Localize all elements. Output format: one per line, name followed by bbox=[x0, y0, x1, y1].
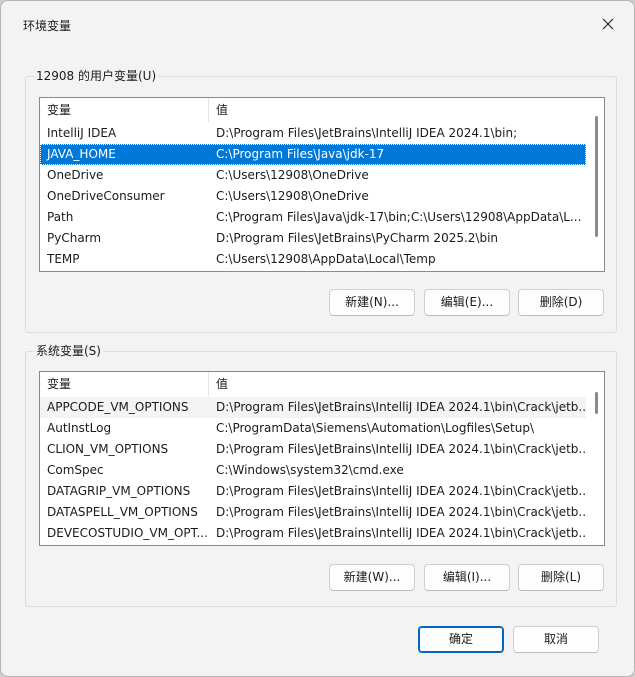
variable-name-cell: DATAGRIP_VM_OPTIONS bbox=[47, 484, 191, 498]
scroll-thumb[interactable] bbox=[595, 116, 598, 237]
table-row[interactable]: DATASPELL_VM_OPTIONS D:\Program Files\Jet… bbox=[40, 502, 586, 523]
variable-value-cell: C:\Program Files\Java\jdk-17 bbox=[216, 147, 385, 161]
table-row[interactable]: ComSpec C:\Windows\system32\cmd.exe bbox=[40, 460, 586, 481]
variable-name-cell: AutInstLog bbox=[47, 421, 112, 435]
user-variables-group: 12908 的用户变量(U) 变量 值 IntelliJ IDEA D:\Prog… bbox=[25, 68, 617, 333]
environment-variables-dialog: 环境变量 12908 的用户变量(U) 变量 值 IntelliJ IDEA D:… bbox=[0, 0, 635, 677]
table-row[interactable]: PyCharm D:\Program Files\JetBrains\PyChar… bbox=[40, 228, 586, 249]
cancel-button[interactable]: 取消 bbox=[513, 626, 599, 653]
user-list-scrollbar[interactable] bbox=[586, 98, 604, 271]
system-variables-group: 系统变量(S) 变量 值 APPCODE_VM_OPTIONS D:\Progra… bbox=[25, 343, 617, 607]
table-row[interactable]: DATAGRIP_VM_OPTIONS D:\Program Files\JetB… bbox=[40, 481, 586, 502]
variable-value-cell: D:\Program Files\JetBrains\IntelliJ IDEA… bbox=[216, 126, 518, 140]
list-header: 变量 值 bbox=[40, 372, 604, 396]
system-new-button[interactable]: 新建(W)... bbox=[329, 564, 415, 591]
table-row[interactable]: AutInstLog C:\ProgramData\Siemens\Automat… bbox=[40, 418, 586, 439]
scroll-thumb[interactable] bbox=[595, 392, 598, 414]
system-delete-button[interactable]: 删除(L) bbox=[518, 564, 604, 591]
variable-value-cell: D:\Program Files\JetBrains\IntelliJ IDEA… bbox=[216, 442, 586, 456]
variable-value-cell: C:\Users\12908\OneDrive bbox=[216, 189, 369, 203]
user-variables-label: 12908 的用户变量(U) bbox=[34, 68, 159, 84]
table-row[interactable]: Path C:\Program Files\Java\jdk-17\bin;C:\… bbox=[40, 207, 586, 228]
column-header-variable[interactable]: 变量 bbox=[40, 98, 209, 122]
variable-value-cell: C:\Users\12908\AppData\Local\Temp bbox=[216, 252, 436, 266]
column-header-value[interactable]: 值 bbox=[209, 372, 604, 396]
variable-value-cell: D:\Program Files\JetBrains\IntelliJ IDEA… bbox=[216, 400, 586, 414]
column-header-variable[interactable]: 变量 bbox=[40, 372, 209, 396]
variable-name-cell: Path bbox=[47, 210, 74, 224]
system-list-scrollbar[interactable] bbox=[586, 372, 604, 545]
close-icon bbox=[602, 18, 614, 30]
table-row[interactable]: APPCODE_VM_OPTIONS D:\Program Files\JetBr… bbox=[40, 397, 586, 418]
variable-name-cell: CLION_VM_OPTIONS bbox=[47, 442, 169, 456]
table-row[interactable]: TEMP C:\Users\12908\AppData\Local\Temp bbox=[40, 249, 586, 270]
system-variables-rows: APPCODE_VM_OPTIONS D:\Program Files\JetBr… bbox=[40, 397, 586, 544]
variable-name-cell: OneDrive bbox=[47, 168, 104, 182]
ok-button[interactable]: 确定 bbox=[418, 626, 504, 653]
column-header-value[interactable]: 值 bbox=[209, 98, 604, 122]
user-new-button[interactable]: 新建(N)... bbox=[329, 289, 415, 316]
variable-name-cell: JAVA_HOME bbox=[47, 147, 116, 161]
variable-value-cell: C:\Users\12908\OneDrive bbox=[216, 168, 369, 182]
variable-name-cell: PyCharm bbox=[47, 231, 102, 245]
window-title: 环境变量 bbox=[23, 19, 72, 33]
variable-name-cell: TEMP bbox=[47, 252, 80, 266]
variable-name-cell: ComSpec bbox=[47, 463, 104, 477]
system-variables-list[interactable]: 变量 值 APPCODE_VM_OPTIONS D:\Program Files\… bbox=[39, 371, 605, 546]
variable-value-cell: C:\ProgramData\Siemens\Automation\Logfil… bbox=[216, 421, 535, 435]
variable-name-cell: OneDriveConsumer bbox=[47, 189, 165, 203]
close-button[interactable] bbox=[586, 7, 630, 41]
variable-name-cell: IntelliJ IDEA bbox=[47, 126, 117, 140]
table-row[interactable]: OneDriveConsumer C:\Users\12908\OneDrive bbox=[40, 186, 586, 207]
table-row[interactable]: IntelliJ IDEA D:\Program Files\JetBrains\… bbox=[40, 123, 586, 144]
table-row[interactable]: JAVA_HOME C:\Program Files\Java\jdk-17 bbox=[40, 144, 586, 165]
variable-value-cell: D:\Program Files\JetBrains\IntelliJ IDEA… bbox=[216, 505, 586, 519]
system-variables-label: 系统变量(S) bbox=[34, 343, 103, 359]
variable-name-cell: DEVECOSTUDIO_VM_OPT... bbox=[47, 526, 208, 540]
user-delete-button[interactable]: 删除(D) bbox=[518, 289, 604, 316]
variable-value-cell: D:\Program Files\JetBrains\IntelliJ IDEA… bbox=[216, 484, 586, 498]
variable-value-cell: C:\Program Files\Java\jdk-17\bin;C:\User… bbox=[216, 210, 582, 224]
variable-value-cell: D:\Program Files\JetBrains\IntelliJ IDEA… bbox=[216, 526, 586, 540]
list-header: 变量 值 bbox=[40, 98, 604, 122]
variable-value-cell: C:\Windows\system32\cmd.exe bbox=[216, 463, 404, 477]
system-edit-button[interactable]: 编辑(I)... bbox=[424, 564, 510, 591]
table-row[interactable]: CLION_VM_OPTIONS D:\Program Files\JetBrai… bbox=[40, 439, 586, 460]
table-row[interactable]: DEVECOSTUDIO_VM_OPT... D:\Program Files\J… bbox=[40, 523, 586, 544]
user-edit-button[interactable]: 编辑(E)... bbox=[424, 289, 510, 316]
variable-value-cell: D:\Program Files\JetBrains\PyCharm 2025.… bbox=[216, 231, 499, 245]
user-variables-rows: IntelliJ IDEA D:\Program Files\JetBrains\… bbox=[40, 123, 586, 270]
title-bar: 环境变量 bbox=[1, 1, 634, 45]
variable-name-cell: DATASPELL_VM_OPTIONS bbox=[47, 505, 198, 519]
user-variables-list[interactable]: 变量 值 IntelliJ IDEA D:\Program Files\JetBr… bbox=[39, 97, 605, 272]
table-row[interactable]: OneDrive C:\Users\12908\OneDrive bbox=[40, 165, 586, 186]
variable-name-cell: APPCODE_VM_OPTIONS bbox=[47, 400, 189, 414]
